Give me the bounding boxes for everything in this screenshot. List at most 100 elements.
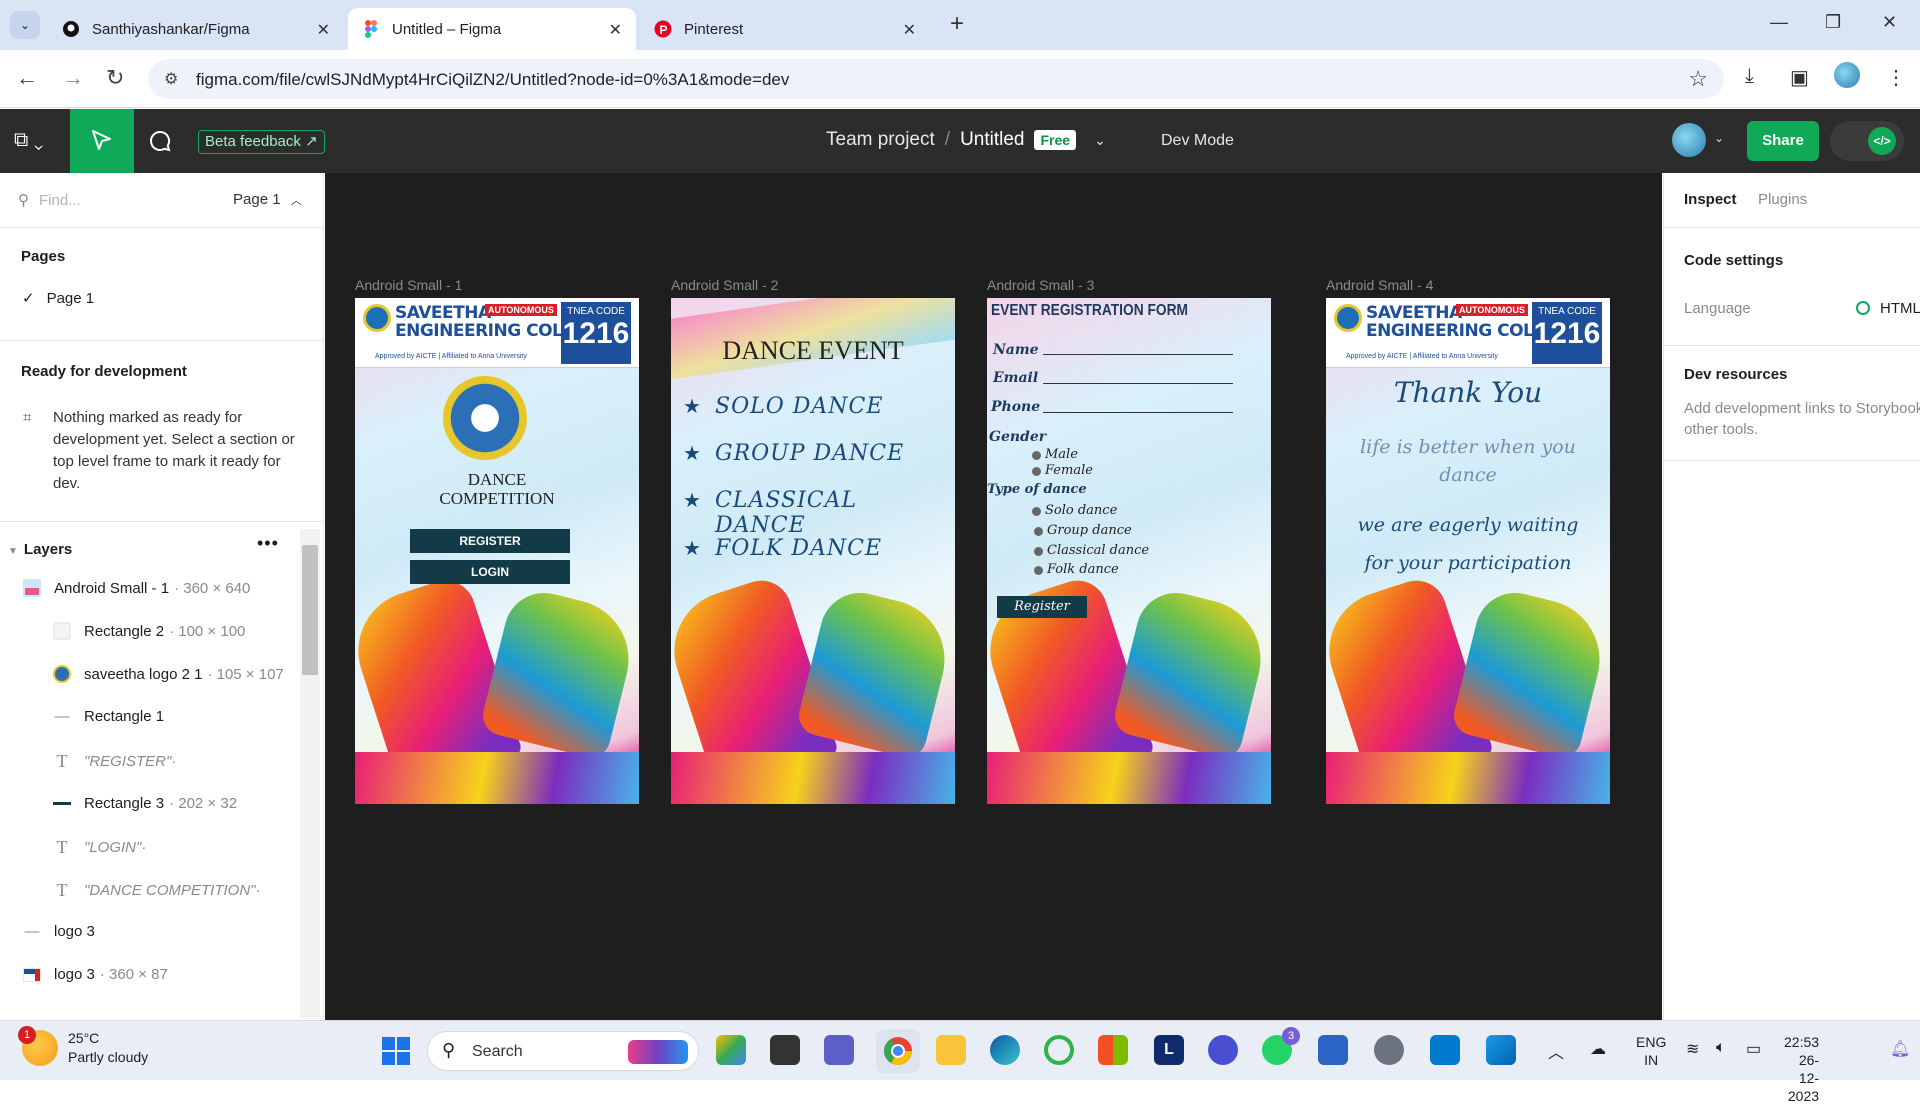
task-view-icon[interactable] (770, 1035, 800, 1065)
layer-row[interactable]: T "DANCE COMPETITION"· (52, 880, 261, 901)
new-tab-button[interactable]: + (950, 10, 964, 38)
user-avatar[interactable] (1672, 123, 1706, 157)
male-option[interactable]: Male (1032, 447, 1078, 462)
design-canvas[interactable]: Android Small - 1 Android Small - 2 Andr… (325, 173, 1662, 1020)
file-explorer-icon[interactable] (936, 1035, 966, 1065)
url-text[interactable]: figma.com/file/cwlSJNdMypt4HrCiQilZN2/Un… (196, 70, 789, 90)
settings-gear-icon[interactable] (1374, 1035, 1404, 1065)
chrome-taskbar-button[interactable] (876, 1029, 920, 1073)
frame-label[interactable]: Android Small - 3 (987, 277, 1094, 293)
forward-icon[interactable]: → (62, 65, 84, 91)
layer-row[interactable]: logo 3 · 360 × 87 (22, 966, 168, 983)
file-breadcrumb[interactable]: Team project / Untitled Free ⌄ (826, 129, 1106, 151)
wifi-icon[interactable]: ≋ (1686, 1039, 1699, 1059)
tab-github[interactable]: Santhiyashankar/Figma ✕ (48, 8, 344, 50)
tab-inspect[interactable]: Inspect (1684, 191, 1737, 208)
back-icon[interactable]: ← (16, 65, 38, 91)
close-tab-icon[interactable]: ✕ (317, 20, 330, 40)
onedrive-cloud-icon[interactable]: ☁ (1590, 1039, 1606, 1059)
weather-widget[interactable]: 1 25°C Partly cloudy (18, 1026, 148, 1067)
share-button[interactable]: Share (1747, 121, 1819, 161)
layers-heading[interactable]: ▼ Layers (8, 541, 72, 558)
find-input[interactable]: ⚲ Find... (18, 191, 81, 209)
frame-label[interactable]: Android Small - 2 (671, 277, 778, 293)
page-selector[interactable]: Page 1 ︿ (233, 191, 302, 208)
app-ring-icon[interactable] (1044, 1035, 1074, 1065)
form-register-button[interactable]: Register (997, 596, 1087, 618)
frame-label[interactable]: Android Small - 1 (355, 277, 462, 293)
url-bar[interactable]: ⚙ figma.com/file/cwlSJNdMypt4HrCiQilZN2/… (148, 59, 1724, 99)
figma-main-menu-icon[interactable]: ⧉ ⌄ (14, 129, 43, 152)
chevron-up-icon[interactable]: ︿ (1548, 1039, 1564, 1063)
clock[interactable]: 22:53 26-12-2023 (1784, 1033, 1819, 1105)
language-indicator[interactable]: ENG IN (1636, 1033, 1666, 1069)
layer-row[interactable]: T "LOGIN"· (52, 837, 147, 858)
frame-android-small-4[interactable]: SAVEETHA ENGINEERING COLLEGE AUTONOMOUS A… (1326, 298, 1610, 804)
frame-android-small-3[interactable]: EVENT REGISTRATION FORM Name Email Phone… (987, 298, 1271, 804)
login-button[interactable]: LOGIN (410, 560, 570, 584)
arc-app-icon[interactable] (1208, 1035, 1238, 1065)
team-name[interactable]: Team project (826, 129, 935, 151)
notepad-icon[interactable] (1318, 1035, 1348, 1065)
classical-option[interactable]: Classical dance (1033, 543, 1149, 558)
layer-row[interactable]: Android Small - 1 · 360 × 640 (22, 579, 250, 597)
beta-feedback-button[interactable]: Beta feedback ↗ (198, 130, 325, 154)
more-menu-icon[interactable]: ⋮ (1886, 65, 1906, 90)
layers-scrollbar-thumb[interactable] (302, 545, 318, 675)
tab-plugins[interactable]: Plugins (1758, 191, 1807, 208)
frame-android-small-2[interactable]: DANCE EVENT ★ SOLO DANCE ★ GROUP DANCE ★ CL… (671, 298, 955, 804)
move-tool-button[interactable] (70, 109, 134, 173)
frame-android-small-1[interactable]: SAVEETHA ENGINEERING COLLEGE AUTONOMOUS A… (355, 298, 639, 804)
frame-label[interactable]: Android Small - 4 (1326, 277, 1433, 293)
photos-icon[interactable] (1486, 1035, 1516, 1065)
close-window-icon[interactable]: ✕ (1882, 12, 1897, 33)
close-tab-icon[interactable]: ✕ (609, 20, 622, 40)
battery-icon[interactable]: ▭ (1746, 1039, 1761, 1059)
teams-icon[interactable] (824, 1035, 854, 1065)
edge-icon[interactable] (990, 1035, 1020, 1065)
site-settings-icon[interactable]: ⚙ (164, 69, 178, 89)
bookmark-star-icon[interactable]: ☆ (1688, 66, 1708, 92)
notification-bell-icon[interactable]: 🔔︎ (1890, 1039, 1910, 1059)
layer-row[interactable]: — Rectangle 1 (52, 708, 169, 725)
profile-avatar[interactable] (1834, 62, 1860, 88)
volume-icon[interactable]: 🔈︎ (1716, 1039, 1726, 1057)
comment-icon[interactable] (148, 129, 172, 158)
minimize-icon[interactable]: — (1770, 12, 1788, 33)
file-title[interactable]: Untitled (960, 129, 1024, 151)
layer-row[interactable]: Rectangle 2 · 100 × 100 (52, 622, 245, 640)
page-item-page-1[interactable]: ✓ Page 1 (22, 289, 94, 307)
solo-option[interactable]: Solo dance (1031, 503, 1117, 518)
phone-field-line[interactable] (1043, 412, 1233, 413)
close-tab-icon[interactable]: ✕ (903, 20, 916, 40)
l-app-icon[interactable]: L (1154, 1035, 1184, 1065)
register-button[interactable]: REGISTER (410, 529, 570, 553)
taskbar-search[interactable]: ⚲ Search (427, 1031, 699, 1071)
language-select[interactable]: HTML (1856, 300, 1920, 317)
windows-start-icon[interactable] (380, 1035, 412, 1067)
more-options-icon[interactable]: ••• (257, 533, 279, 554)
copilot-icon[interactable] (716, 1035, 746, 1065)
group-option[interactable]: Group dance (1034, 523, 1132, 538)
tab-pinterest[interactable]: P Pinterest ✕ (640, 8, 930, 50)
layer-row[interactable]: T "REGISTER"· (52, 751, 177, 772)
dev-mode-toggle[interactable]: </> (1830, 121, 1904, 161)
tab-search-button[interactable]: ⌄ (10, 11, 40, 39)
layer-row[interactable]: saveetha logo 2 1 · 105 × 107 (52, 665, 284, 683)
folk-option[interactable]: Folk dance (1034, 562, 1119, 577)
email-field-line[interactable] (1043, 383, 1233, 384)
whatsapp-icon[interactable]: 3 (1262, 1027, 1300, 1065)
chevron-down-icon[interactable]: ⌄ (1094, 132, 1106, 149)
tab-figma[interactable]: Untitled – Figma ✕ (348, 8, 636, 50)
download-icon[interactable]: ⤓ (1745, 65, 1754, 88)
store-icon[interactable] (1098, 1035, 1128, 1065)
female-option[interactable]: Female (1032, 463, 1093, 478)
restore-icon[interactable]: ❐ (1825, 12, 1841, 33)
name-field-line[interactable] (1043, 354, 1233, 355)
reload-icon[interactable]: ↻ (106, 65, 124, 91)
layer-row[interactable]: — logo 3 (22, 923, 95, 940)
layer-row[interactable]: Rectangle 3 · 202 × 32 (52, 794, 237, 812)
vscode-icon[interactable] (1430, 1035, 1460, 1065)
side-panel-icon[interactable]: ▣ (1790, 65, 1809, 90)
chevron-down-icon[interactable]: ⌄ (1714, 131, 1724, 145)
